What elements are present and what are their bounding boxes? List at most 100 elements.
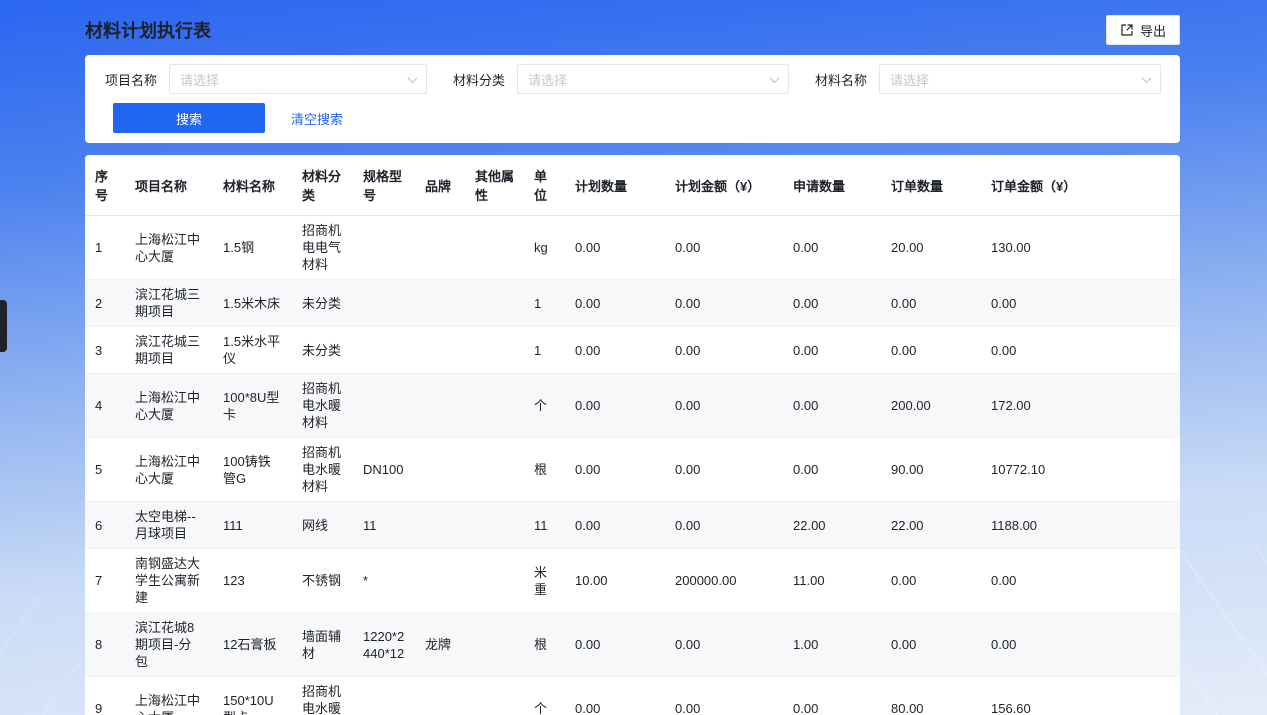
table-cell: 上海松江中心大厦: [125, 438, 213, 502]
material-name-label: 材料名称: [815, 70, 867, 89]
table-cell: 个: [524, 374, 565, 438]
select-placeholder: 请选择: [180, 70, 219, 89]
table-cell: 0.00: [881, 549, 981, 613]
chevron-down-icon: [408, 73, 418, 83]
table-cell: kg: [524, 216, 565, 280]
table-cell: 招商机电电气材料: [292, 216, 353, 280]
table-cell: 0.00: [981, 327, 1180, 374]
table-cell: 7: [85, 549, 125, 613]
table-cell: 未分类: [292, 327, 353, 374]
project-name-label: 项目名称: [105, 70, 157, 89]
table-cell: [353, 374, 415, 438]
table-cell: 0.00: [565, 280, 665, 327]
table-cell: [465, 677, 524, 715]
column-header: 单位: [524, 155, 565, 216]
table-cell: 0.00: [783, 438, 881, 502]
column-header: 材料分类: [292, 155, 353, 216]
table-cell: 80.00: [881, 677, 981, 715]
table-row[interactable]: 2滨江花城三期项目1.5米木床未分类10.000.000.000.000.00: [85, 280, 1180, 327]
table-cell: 根: [524, 613, 565, 677]
search-button[interactable]: 搜索: [113, 103, 265, 133]
table-cell: 不锈钢: [292, 549, 353, 613]
table-row[interactable]: 9上海松江中心大厦150*10U型卡招商机电水暖材料个0.000.000.008…: [85, 677, 1180, 715]
table-cell: 22.00: [881, 502, 981, 549]
table-cell: 1.5米水平仪: [213, 327, 292, 374]
table-cell: [465, 216, 524, 280]
table-cell: 6: [85, 502, 125, 549]
table-row[interactable]: 3滨江花城三期项目1.5米水平仪未分类10.000.000.000.000.00: [85, 327, 1180, 374]
table-cell: 8: [85, 613, 125, 677]
table-row[interactable]: 5上海松江中心大厦100铸铁管G招商机电水暖材料DN100根0.000.000.…: [85, 438, 1180, 502]
drawer-handle[interactable]: [0, 300, 7, 352]
select-placeholder: 请选择: [890, 70, 929, 89]
project-name-select[interactable]: 请选择: [169, 64, 427, 94]
table-body: 1上海松江中心大厦1.5钢招商机电电气材料kg0.000.000.0020.00…: [85, 216, 1180, 715]
table-cell: 上海松江中心大厦: [125, 216, 213, 280]
export-button[interactable]: 导出: [1106, 15, 1180, 45]
table-cell: 3: [85, 327, 125, 374]
table-cell: 0.00: [665, 438, 783, 502]
table-cell: 上海松江中心大厦: [125, 374, 213, 438]
table-cell: 1.5钢: [213, 216, 292, 280]
table-cell: 150*10U型卡: [213, 677, 292, 715]
data-table: 序号项目名称材料名称材料分类规格型号品牌其他属性单位计划数量计划金额（¥）申请数…: [85, 155, 1180, 715]
page-header: 材料计划执行表 导出: [85, 0, 1180, 55]
table-cell: 11: [353, 502, 415, 549]
table-cell: 156.60: [981, 677, 1180, 715]
table-row[interactable]: 4上海松江中心大厦100*8U型卡招商机电水暖材料个0.000.000.0020…: [85, 374, 1180, 438]
table-cell: 0.00: [565, 374, 665, 438]
select-placeholder: 请选择: [528, 70, 567, 89]
table-cell: 0.00: [665, 280, 783, 327]
table-cell: [415, 438, 465, 502]
table-cell: 0.00: [783, 280, 881, 327]
table-cell: 0.00: [881, 327, 981, 374]
material-category-select[interactable]: 请选择: [517, 64, 789, 94]
table-cell: 0.00: [565, 502, 665, 549]
table-row[interactable]: 8滨江花城8期项目-分包12石膏板墙面辅材1220*2440*12龙牌根0.00…: [85, 613, 1180, 677]
table-cell: 1188.00: [981, 502, 1180, 549]
table-cell: 网线: [292, 502, 353, 549]
table-cell: [465, 280, 524, 327]
table-cell: 0.00: [783, 216, 881, 280]
table-cell: 10772.10: [981, 438, 1180, 502]
table-cell: [353, 216, 415, 280]
filter-group-material-name: 材料名称 请选择: [815, 64, 1161, 94]
table-cell: [415, 502, 465, 549]
table-cell: 0.00: [665, 216, 783, 280]
filter-group-material-category: 材料分类 请选择: [453, 64, 789, 94]
table-cell: [465, 613, 524, 677]
table-cell: 5: [85, 438, 125, 502]
table-cell: 0.00: [665, 613, 783, 677]
page-title: 材料计划执行表: [85, 17, 211, 43]
table-cell: 9: [85, 677, 125, 715]
table-row[interactable]: 7南钢盛达大学生公寓新建123不锈钢*米重10.00200000.0011.00…: [85, 549, 1180, 613]
column-header: 材料名称: [213, 155, 292, 216]
table-cell: 龙牌: [415, 613, 465, 677]
table-cell: 0.00: [665, 677, 783, 715]
table-card: 序号项目名称材料名称材料分类规格型号品牌其他属性单位计划数量计划金额（¥）申请数…: [85, 155, 1180, 715]
chevron-down-icon: [770, 73, 780, 83]
table-cell: 0.00: [665, 502, 783, 549]
table-cell: 招商机电水暖材料: [292, 438, 353, 502]
material-name-select[interactable]: 请选择: [879, 64, 1161, 94]
clear-search-link[interactable]: 清空搜索: [291, 109, 343, 128]
table-cell: [415, 327, 465, 374]
table-cell: [353, 280, 415, 327]
table-cell: 0.00: [981, 613, 1180, 677]
table-cell: 0.00: [783, 374, 881, 438]
material-category-label: 材料分类: [453, 70, 505, 89]
filter-actions: 搜索 清空搜索: [105, 103, 1160, 133]
column-header: 项目名称: [125, 155, 213, 216]
column-header: 其他属性: [465, 155, 524, 216]
table-cell: 个: [524, 677, 565, 715]
table-cell: 172.00: [981, 374, 1180, 438]
column-header: 序号: [85, 155, 125, 216]
column-header: 计划金额（¥）: [665, 155, 783, 216]
table-cell: 1: [524, 280, 565, 327]
table-row[interactable]: 6太空电梯--月球项目111网线11110.000.0022.0022.0011…: [85, 502, 1180, 549]
table-cell: 1.00: [783, 613, 881, 677]
table-cell: [353, 677, 415, 715]
table-row[interactable]: 1上海松江中心大厦1.5钢招商机电电气材料kg0.000.000.0020.00…: [85, 216, 1180, 280]
table-cell: 未分类: [292, 280, 353, 327]
column-header: 品牌: [415, 155, 465, 216]
